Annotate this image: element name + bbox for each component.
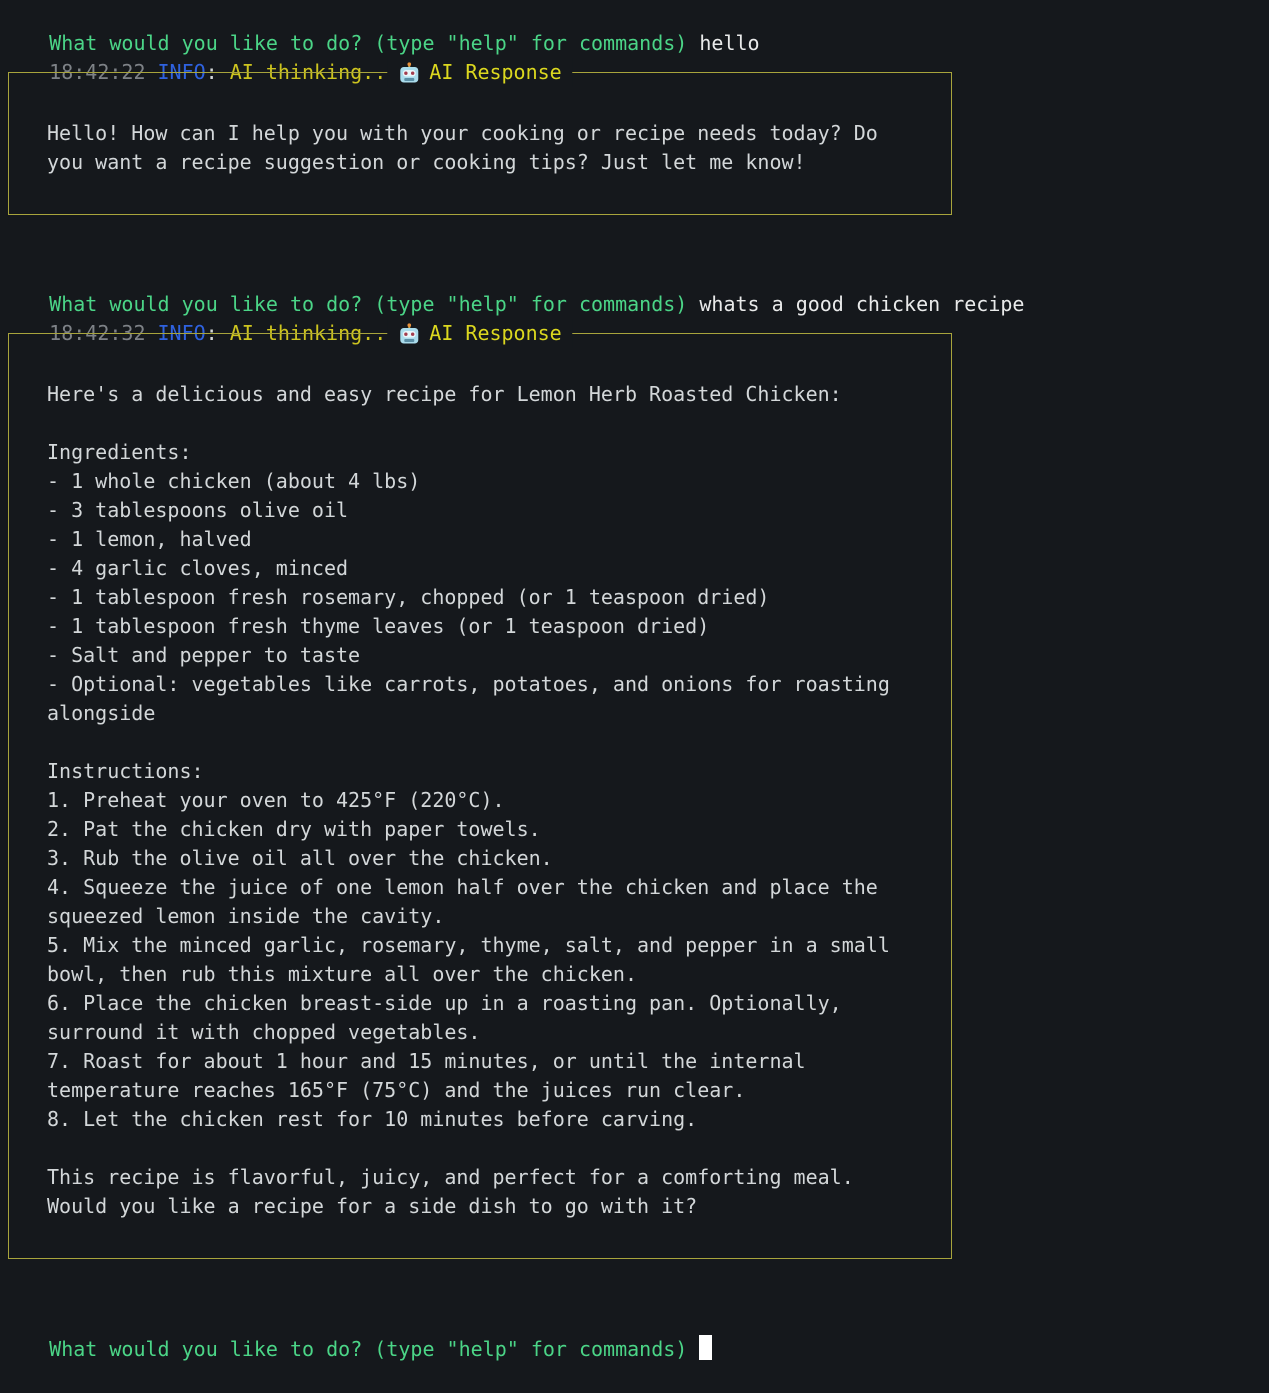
response-line: bowl, then rub this mixture all over the… <box>47 960 931 989</box>
response-line <box>47 1134 931 1163</box>
response-line: alongside <box>47 699 931 728</box>
robot-icon <box>398 62 420 84</box>
response-line: temperature reaches 165°F (75°C) and the… <box>47 1076 931 1105</box>
panel-title-text: AI Response <box>429 319 561 348</box>
robot-icon <box>398 323 420 345</box>
active-prompt-line[interactable]: What would you like to do? (type "help" … <box>1 1306 1269 1335</box>
ai-response-body: Here's a delicious and easy recipe for L… <box>9 334 951 1258</box>
response-line: Instructions: <box>47 757 931 786</box>
response-line <box>47 728 931 757</box>
text-cursor[interactable] <box>699 1335 712 1360</box>
response-line: squeezed lemon inside the cavity. <box>47 902 931 931</box>
panel-title-text: AI Response <box>429 58 561 87</box>
user-input: hello <box>699 31 759 55</box>
response-line: 7. Roast for about 1 hour and 15 minutes… <box>47 1047 931 1076</box>
panel-title: AI Response <box>387 58 572 87</box>
prompt-line: What would you like to do? (type "help" … <box>1 261 1269 290</box>
response-line: 4. Squeeze the juice of one lemon half o… <box>47 873 931 902</box>
response-line <box>47 409 931 438</box>
response-line: - 1 tablespoon fresh thyme leaves (or 1 … <box>47 612 931 641</box>
response-line: Ingredients: <box>47 438 931 467</box>
response-line: 3. Rub the olive oil all over the chicke… <box>47 844 931 873</box>
ai-response-panel: AI Response Here's a delicious and easy … <box>8 333 952 1259</box>
ai-response-body: Hello! How can I help you with your cook… <box>9 73 951 214</box>
response-line: This recipe is flavorful, juicy, and per… <box>47 1163 931 1192</box>
response-line: - 1 lemon, halved <box>47 525 931 554</box>
user-input: whats a good chicken recipe <box>699 292 1024 316</box>
response-line: you want a recipe suggestion or cooking … <box>47 148 931 177</box>
terminal: What would you like to do? (type "help" … <box>1 0 1269 1335</box>
response-line: 1. Preheat your oven to 425°F (220°C). <box>47 786 931 815</box>
response-line: - 3 tablespoons olive oil <box>47 496 931 525</box>
response-line: - 1 whole chicken (about 4 lbs) <box>47 467 931 496</box>
prompt-label: What would you like to do? (type "help" … <box>49 1337 687 1361</box>
response-line: 8. Let the chicken rest for 10 minutes b… <box>47 1105 931 1134</box>
response-line: - Salt and pepper to taste <box>47 641 931 670</box>
response-line: surround it with chopped vegetables. <box>47 1018 931 1047</box>
response-line: Hello! How can I help you with your cook… <box>47 119 931 148</box>
prompt-label: What would you like to do? (type "help" … <box>49 31 687 55</box>
response-line: - 1 tablespoon fresh rosemary, chopped (… <box>47 583 931 612</box>
prompt-line: What would you like to do? (type "help" … <box>1 0 1269 29</box>
panel-title: AI Response <box>387 319 572 348</box>
response-line: 5. Mix the minced garlic, rosemary, thym… <box>47 931 931 960</box>
response-line: - 4 garlic cloves, minced <box>47 554 931 583</box>
ai-response-panel: AI Response Hello! How can I help you wi… <box>8 72 952 215</box>
response-line: Would you like a recipe for a side dish … <box>47 1192 931 1221</box>
response-line: - Optional: vegetables like carrots, pot… <box>47 670 931 699</box>
response-line: Here's a delicious and easy recipe for L… <box>47 380 931 409</box>
response-line: 2. Pat the chicken dry with paper towels… <box>47 815 931 844</box>
response-line: 6. Place the chicken breast-side up in a… <box>47 989 931 1018</box>
prompt-label: What would you like to do? (type "help" … <box>49 292 687 316</box>
